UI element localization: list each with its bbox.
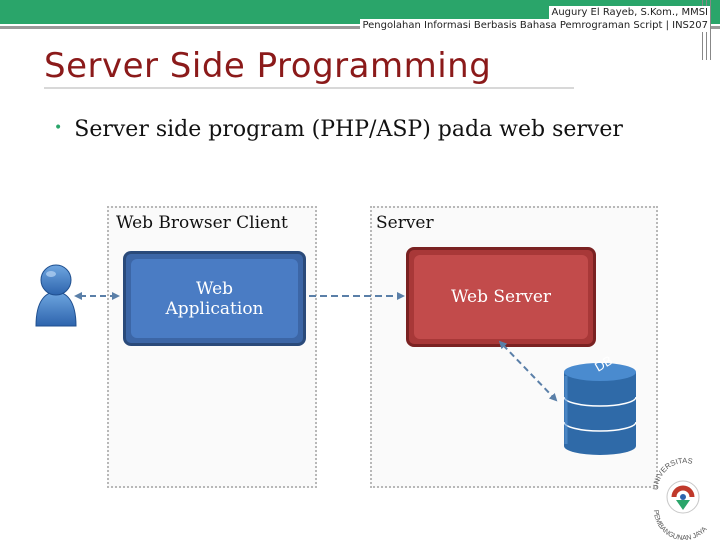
user-icon — [35, 264, 77, 327]
web-server-label: Web Server — [450, 287, 552, 307]
university-logo — [666, 480, 700, 514]
web-application-label: Web Application — [165, 278, 264, 319]
diagram-overlay: DB UNIVERSITAS PEMBANGUNAN JAYA — [35, 264, 709, 540]
webserver-db-connector — [498, 340, 558, 402]
database-icon — [563, 363, 637, 455]
logo-text-bottom: PEMBANGUNAN JAYA — [652, 510, 709, 540]
